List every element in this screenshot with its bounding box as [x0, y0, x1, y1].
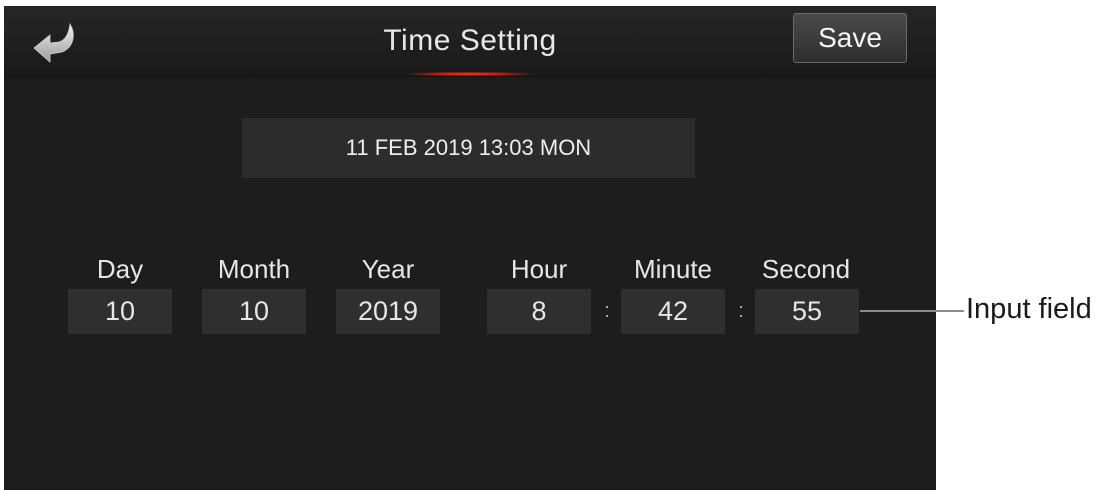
second-label: Second: [761, 254, 851, 284]
minute-input[interactable]: 42: [621, 289, 725, 334]
year-input[interactable]: 2019: [336, 289, 440, 334]
header-bar: Time Setting Save: [4, 6, 936, 77]
year-label: Year: [361, 254, 415, 284]
page: Time Setting Save 11 FEB 2019 13:03 MON …: [0, 0, 1114, 492]
day-label: Day: [96, 254, 144, 284]
callout-line: [860, 310, 964, 312]
time-separator: :: [738, 300, 744, 322]
device-screen: Time Setting Save 11 FEB 2019 13:03 MON …: [4, 6, 936, 490]
callout-label: Input field: [966, 293, 1092, 325]
current-datetime-display: 11 FEB 2019 13:03 MON: [242, 118, 695, 178]
hour-label: Hour: [510, 254, 568, 284]
save-button[interactable]: Save: [793, 13, 907, 63]
minute-label: Minute: [633, 254, 713, 284]
month-label: Month: [217, 254, 291, 284]
title-accent-underline: [410, 72, 530, 76]
hour-input[interactable]: 8: [487, 289, 591, 334]
second-input[interactable]: 55: [755, 289, 859, 334]
time-separator: :: [604, 300, 610, 322]
day-input[interactable]: 10: [68, 289, 172, 334]
month-input[interactable]: 10: [202, 289, 306, 334]
